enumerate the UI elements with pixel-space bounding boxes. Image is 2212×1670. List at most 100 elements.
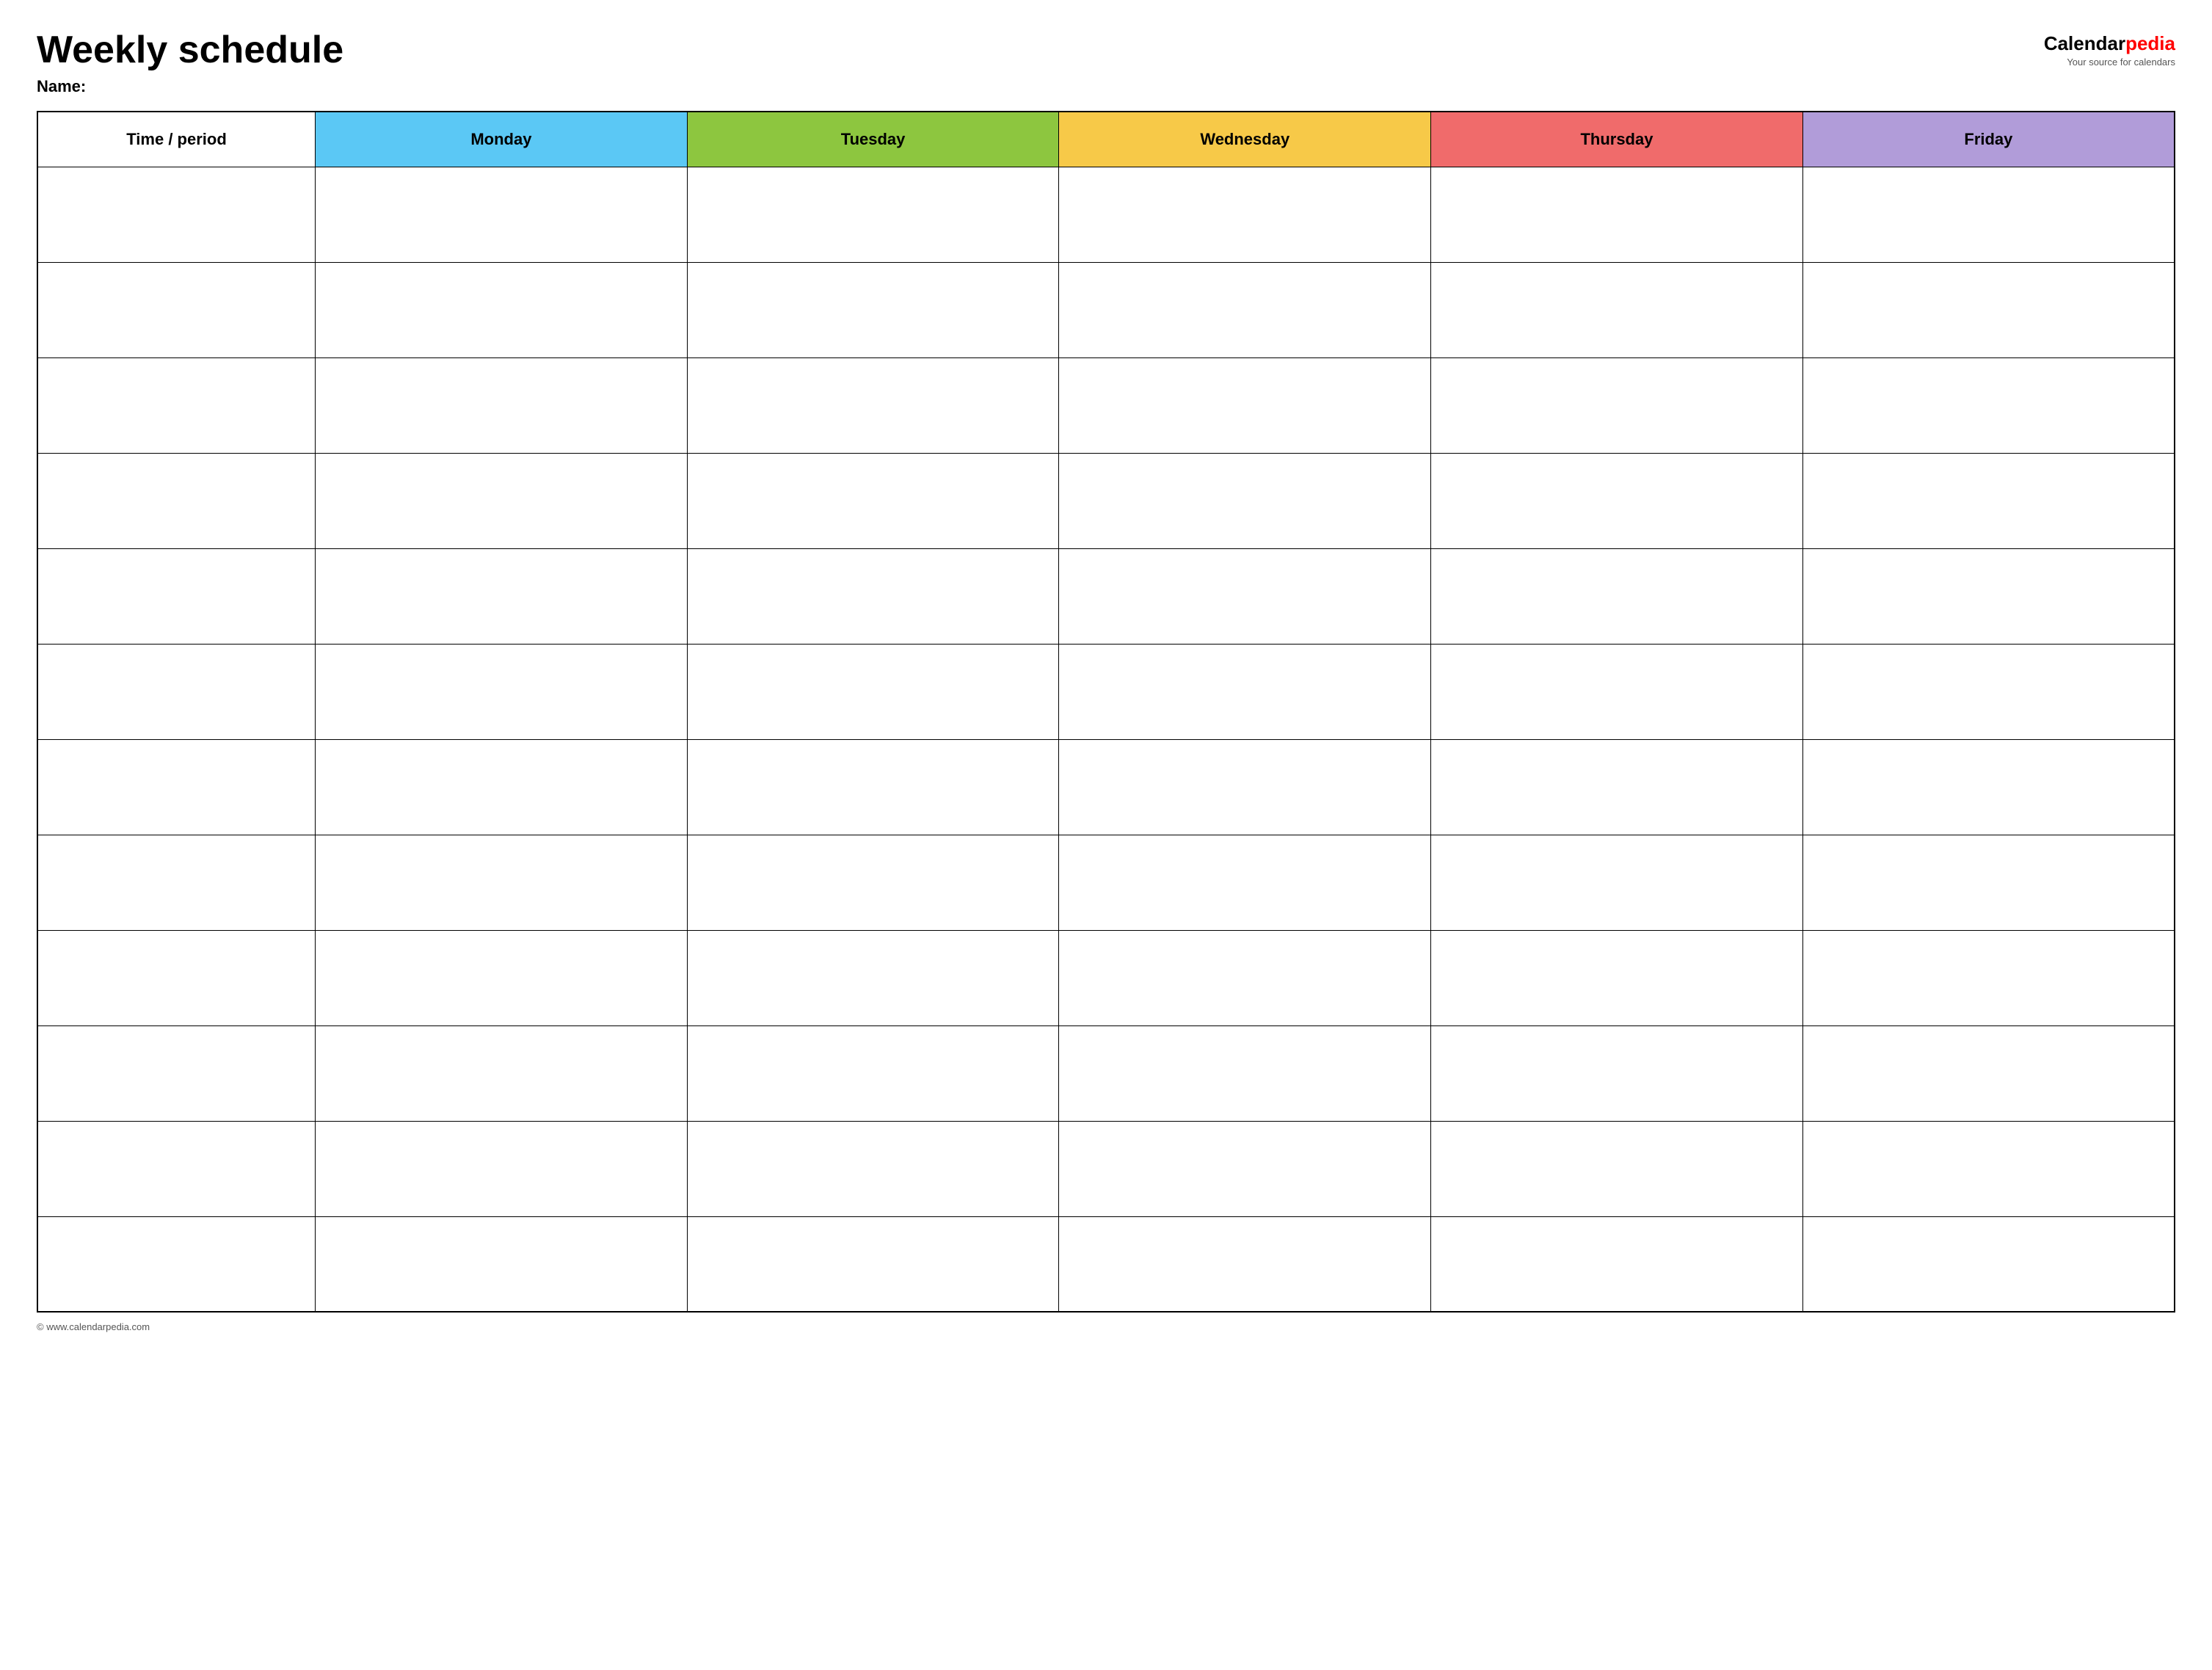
table-row xyxy=(37,357,2175,453)
day-cell[interactable] xyxy=(687,262,1059,357)
day-cell[interactable] xyxy=(687,1216,1059,1312)
day-cell[interactable] xyxy=(687,930,1059,1025)
day-cell[interactable] xyxy=(316,739,688,835)
day-cell[interactable] xyxy=(687,835,1059,930)
page-header: Weekly schedule Name: Calendarpedia Your… xyxy=(37,29,2175,96)
day-cell[interactable] xyxy=(1059,1121,1431,1216)
day-cell[interactable] xyxy=(1802,548,2175,644)
day-cell[interactable] xyxy=(687,357,1059,453)
day-cell[interactable] xyxy=(316,453,688,548)
day-cell[interactable] xyxy=(1059,930,1431,1025)
day-cell[interactable] xyxy=(1802,644,2175,739)
day-cell[interactable] xyxy=(1059,1216,1431,1312)
time-cell[interactable] xyxy=(37,357,316,453)
day-cell[interactable] xyxy=(316,262,688,357)
day-cell[interactable] xyxy=(1802,1121,2175,1216)
day-cell[interactable] xyxy=(1802,357,2175,453)
day-cell[interactable] xyxy=(316,548,688,644)
day-cell[interactable] xyxy=(316,1216,688,1312)
day-cell[interactable] xyxy=(1431,1025,1803,1121)
day-cell[interactable] xyxy=(316,167,688,262)
col-header-tuesday: Tuesday xyxy=(687,112,1059,167)
day-cell[interactable] xyxy=(1802,167,2175,262)
day-cell[interactable] xyxy=(687,548,1059,644)
time-cell[interactable] xyxy=(37,1121,316,1216)
day-cell[interactable] xyxy=(316,835,688,930)
day-cell[interactable] xyxy=(1431,167,1803,262)
day-cell[interactable] xyxy=(687,167,1059,262)
logo-text: Calendarpedia xyxy=(2044,32,2175,55)
day-cell[interactable] xyxy=(687,739,1059,835)
time-cell[interactable] xyxy=(37,1025,316,1121)
time-cell[interactable] xyxy=(37,548,316,644)
day-cell[interactable] xyxy=(316,357,688,453)
table-row xyxy=(37,1216,2175,1312)
day-cell[interactable] xyxy=(1802,835,2175,930)
day-cell[interactable] xyxy=(316,1121,688,1216)
day-cell[interactable] xyxy=(1802,1025,2175,1121)
day-cell[interactable] xyxy=(1431,357,1803,453)
day-cell[interactable] xyxy=(1431,1121,1803,1216)
day-cell[interactable] xyxy=(687,453,1059,548)
col-header-time: Time / period xyxy=(37,112,316,167)
time-cell[interactable] xyxy=(37,167,316,262)
day-cell[interactable] xyxy=(1431,548,1803,644)
time-cell[interactable] xyxy=(37,835,316,930)
day-cell[interactable] xyxy=(687,1025,1059,1121)
day-cell[interactable] xyxy=(1059,167,1431,262)
page-title: Weekly schedule xyxy=(37,29,343,71)
day-cell[interactable] xyxy=(1059,739,1431,835)
day-cell[interactable] xyxy=(1802,930,2175,1025)
schedule-table: Time / period Monday Tuesday Wednesday T… xyxy=(37,111,2175,1313)
day-cell[interactable] xyxy=(1431,262,1803,357)
day-cell[interactable] xyxy=(1431,930,1803,1025)
table-row xyxy=(37,548,2175,644)
day-cell[interactable] xyxy=(1059,1025,1431,1121)
day-cell[interactable] xyxy=(1059,835,1431,930)
time-cell[interactable] xyxy=(37,1216,316,1312)
logo-calendar: Calendar xyxy=(2044,32,2125,54)
day-cell[interactable] xyxy=(1802,739,2175,835)
day-cell[interactable] xyxy=(316,930,688,1025)
day-cell[interactable] xyxy=(1059,548,1431,644)
day-cell[interactable] xyxy=(1431,1216,1803,1312)
name-label: Name: xyxy=(37,77,343,96)
col-header-monday: Monday xyxy=(316,112,688,167)
time-cell[interactable] xyxy=(37,453,316,548)
day-cell[interactable] xyxy=(1431,644,1803,739)
time-cell[interactable] xyxy=(37,262,316,357)
day-cell[interactable] xyxy=(1059,453,1431,548)
schedule-body xyxy=(37,167,2175,1312)
col-header-wednesday: Wednesday xyxy=(1059,112,1431,167)
day-cell[interactable] xyxy=(1059,644,1431,739)
day-cell[interactable] xyxy=(316,1025,688,1121)
day-cell[interactable] xyxy=(1802,1216,2175,1312)
logo-area: Calendarpedia Your source for calendars xyxy=(2044,32,2175,68)
day-cell[interactable] xyxy=(687,644,1059,739)
day-cell[interactable] xyxy=(687,1121,1059,1216)
day-cell[interactable] xyxy=(316,644,688,739)
day-cell[interactable] xyxy=(1802,453,2175,548)
table-row xyxy=(37,453,2175,548)
table-row xyxy=(37,930,2175,1025)
footer: © www.calendarpedia.com xyxy=(37,1321,2175,1332)
logo-pedia: pedia xyxy=(2125,32,2175,54)
day-cell[interactable] xyxy=(1059,262,1431,357)
time-cell[interactable] xyxy=(37,644,316,739)
day-cell[interactable] xyxy=(1431,835,1803,930)
table-row xyxy=(37,262,2175,357)
table-header-row: Time / period Monday Tuesday Wednesday T… xyxy=(37,112,2175,167)
day-cell[interactable] xyxy=(1431,453,1803,548)
day-cell[interactable] xyxy=(1059,357,1431,453)
day-cell[interactable] xyxy=(1431,739,1803,835)
title-area: Weekly schedule Name: xyxy=(37,29,343,96)
copyright: © www.calendarpedia.com xyxy=(37,1321,150,1332)
table-row xyxy=(37,644,2175,739)
col-header-friday: Friday xyxy=(1802,112,2175,167)
logo-tagline: Your source for calendars xyxy=(2067,57,2175,68)
time-cell[interactable] xyxy=(37,739,316,835)
day-cell[interactable] xyxy=(1802,262,2175,357)
table-row xyxy=(37,835,2175,930)
time-cell[interactable] xyxy=(37,930,316,1025)
col-header-thursday: Thursday xyxy=(1431,112,1803,167)
